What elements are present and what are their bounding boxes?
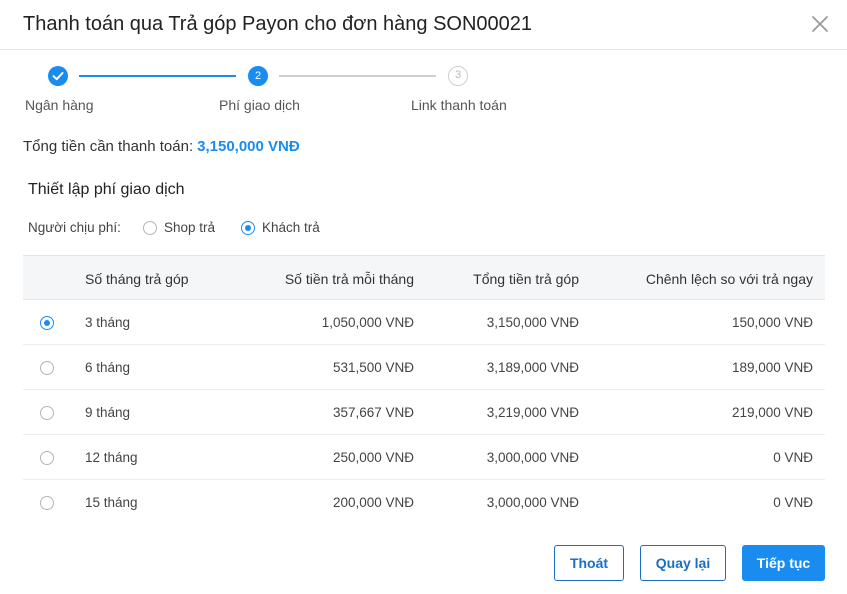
row-radio[interactable] [40,451,54,465]
row-radio[interactable] [40,406,54,420]
cell-months: 6 tháng [85,360,131,375]
customer-pays-label[interactable]: Khách trả [262,220,320,235]
row-radio[interactable] [40,496,54,510]
cell-total: 3,219,000 VNĐ [486,405,579,420]
cell-diff: 0 VNĐ [773,450,813,465]
header-monthly: Số tiền trả mỗi tháng [284,271,414,287]
cell-monthly: 1,050,000 VNĐ [321,315,414,330]
header-months: Số tháng trả góp [85,271,189,287]
cell-months: 15 tháng [85,495,138,510]
cell-monthly: 250,000 VNĐ [332,450,414,465]
cell-total: 3,000,000 VNĐ [486,495,579,510]
row-radio[interactable] [40,316,54,330]
header-total: Tổng tiền trả góp [473,271,579,287]
cell-diff: 150,000 VNĐ [731,315,813,330]
cell-months: 3 tháng [85,315,131,330]
cell-monthly: 200,000 VNĐ [332,495,414,510]
step-2-number: 2 [248,66,268,86]
exit-button[interactable]: Thoát [554,545,624,581]
fee-settings-title: Thiết lập phí giao dịch [28,181,185,198]
step-1-check-icon [48,66,68,86]
cell-months: 9 tháng [85,405,131,420]
step-connector-1 [79,75,236,77]
cell-diff: 189,000 VNĐ [731,360,813,375]
cell-total: 3,189,000 VNĐ [486,360,579,375]
total-value: 3,150,000 VNĐ [197,138,300,155]
cell-total: 3,000,000 VNĐ [486,450,579,465]
cell-monthly: 357,667 VNĐ [332,405,414,420]
installment-table: Số tháng trả góp Số tiền trả mỗi tháng T… [23,255,825,525]
table-row[interactable]: 3 tháng 1,050,000 VNĐ 3,150,000 VNĐ 150,… [23,300,825,345]
table-row[interactable]: 12 tháng 250,000 VNĐ 3,000,000 VNĐ 0 VNĐ [23,435,825,480]
step-connector-2 [279,75,436,77]
step-3-label: Link thanh toán [411,97,507,113]
cell-monthly: 531,500 VNĐ [332,360,414,375]
dialog-header: Thanh toán qua Trả góp Payon cho đơn hàn… [0,0,847,50]
step-1-label: Ngân hàng [25,97,94,113]
customer-pays-radio[interactable] [241,221,255,235]
back-button[interactable]: Quay lại [640,545,726,581]
shop-pays-radio[interactable] [143,221,157,235]
cell-months: 12 tháng [85,450,138,465]
step-2-label: Phí giao dịch [219,97,300,113]
cell-diff: 0 VNĐ [773,495,813,510]
table-row[interactable]: 15 tháng 200,000 VNĐ 3,000,000 VNĐ 0 VNĐ [23,480,825,525]
row-radio[interactable] [40,361,54,375]
payer-label: Người chịu phí: [28,220,121,235]
cell-total: 3,150,000 VNĐ [486,315,579,330]
next-button[interactable]: Tiếp tục [742,545,825,581]
payer-selector: Người chịu phí: Shop trả Khách trả [28,219,428,237]
step-3-number: 3 [448,66,468,86]
total-label: Tổng tiền cần thanh toán: [23,138,194,155]
table-row[interactable]: 9 tháng 357,667 VNĐ 3,219,000 VNĐ 219,00… [23,390,825,435]
dialog-title: Thanh toán qua Trả góp Payon cho đơn hàn… [23,13,533,35]
table-row[interactable]: 6 tháng 531,500 VNĐ 3,189,000 VNĐ 189,00… [23,345,825,390]
shop-pays-label[interactable]: Shop trả [164,220,215,235]
table-header: Số tháng trả góp Số tiền trả mỗi tháng T… [23,255,825,300]
close-icon[interactable] [808,12,832,36]
cell-diff: 219,000 VNĐ [731,405,813,420]
total-amount: Tổng tiền cần thanh toán: 3,150,000 VNĐ [23,138,300,155]
header-diff: Chênh lệch so với trả ngay [645,271,813,287]
